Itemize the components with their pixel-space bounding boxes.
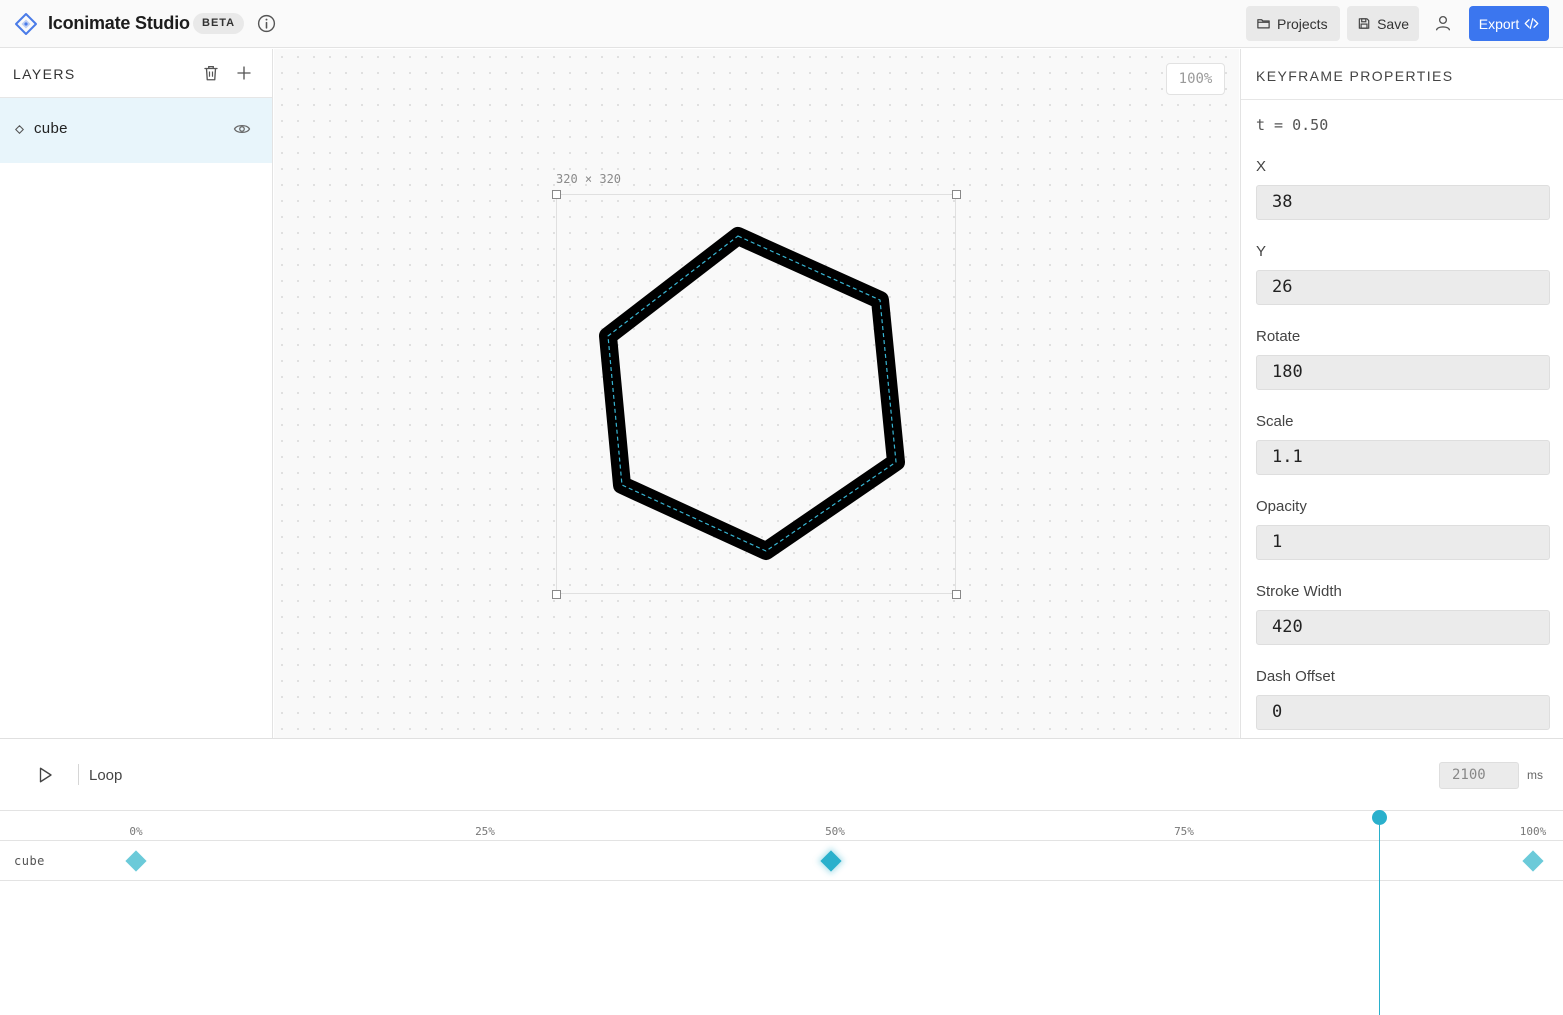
info-icon[interactable] — [256, 13, 277, 34]
keyframe-50[interactable] — [819, 850, 842, 872]
layers-title: LAYERS — [13, 66, 76, 82]
y-label: Y — [1256, 243, 1267, 260]
play-icon[interactable] — [36, 766, 54, 784]
y-input[interactable]: 26 — [1256, 270, 1550, 305]
dash-offset-input[interactable]: 0 — [1256, 695, 1550, 730]
layers-panel: LAYERS cube — [0, 49, 273, 738]
duration-unit: ms — [1527, 768, 1543, 782]
time-value: t = 0.50 — [1256, 116, 1329, 134]
save-label: Save — [1377, 15, 1409, 32]
top-bar: Iconimate Studio BETA Projects Save Expo… — [0, 0, 1563, 48]
playhead-handle[interactable] — [1372, 810, 1387, 825]
ruler-tick-75: 75% — [1174, 825, 1194, 838]
rotate-input[interactable]: 180 — [1256, 355, 1550, 390]
export-button[interactable]: Export — [1469, 6, 1549, 41]
x-label: X — [1256, 158, 1267, 175]
keyframe-100[interactable] — [1522, 850, 1544, 872]
stroke-width-label: Stroke Width — [1256, 583, 1342, 600]
save-button[interactable]: Save — [1347, 6, 1419, 41]
stroke-width-input[interactable]: 420 — [1256, 610, 1550, 645]
scale-label: Scale — [1256, 413, 1294, 430]
track-label: cube — [14, 854, 45, 868]
loop-toggle[interactable]: Loop — [89, 767, 122, 784]
layer-item-cube[interactable]: cube — [0, 98, 272, 163]
ruler-tick-25: 25% — [475, 825, 495, 838]
timeline-ruler[interactable]: 0% 25% 50% 75% 100% — [0, 810, 1563, 841]
layers-header: LAYERS — [0, 49, 272, 98]
opacity-input[interactable]: 1 — [1256, 525, 1550, 560]
save-icon — [1358, 18, 1370, 29]
canvas-area[interactable]: 100% 320 × 320 — [274, 49, 1239, 738]
code-icon — [1524, 17, 1539, 30]
beta-badge: BETA — [193, 13, 245, 34]
zoom-value: 100% — [1178, 71, 1213, 87]
track-row-cube: cube — [0, 841, 1563, 881]
app-title: Iconimate Studio — [48, 13, 190, 33]
projects-label: Projects — [1277, 15, 1328, 32]
user-icon[interactable] — [1434, 14, 1452, 32]
eye-icon[interactable] — [233, 120, 251, 138]
ruler-tick-50: 50% — [825, 825, 845, 838]
logo-diamond-icon — [15, 13, 37, 35]
zoom-indicator[interactable]: 100% — [1166, 63, 1225, 95]
properties-header: KEYFRAME PROPERTIES — [1241, 49, 1563, 100]
layer-name: cube — [34, 120, 68, 137]
add-layer-icon[interactable] — [235, 64, 253, 82]
properties-title: KEYFRAME PROPERTIES — [1256, 68, 1454, 84]
timeline-panel: Loop 2100 ms 0% 25% 50% 75% 100% cube — [0, 738, 1563, 1015]
projects-button[interactable]: Projects — [1246, 6, 1340, 41]
cube-shape[interactable] — [556, 194, 956, 594]
opacity-label: Opacity — [1256, 498, 1307, 515]
layer-diamond-icon — [15, 125, 24, 134]
keyframe-properties-panel: KEYFRAME PROPERTIES t = 0.50 X 38 Y 26 R… — [1240, 49, 1563, 738]
ruler-tick-0: 0% — [129, 825, 143, 838]
rotate-label: Rotate — [1256, 328, 1301, 345]
keyframe-0[interactable] — [125, 850, 147, 872]
export-label: Export — [1478, 15, 1520, 32]
timeline-divider — [78, 764, 79, 785]
artboard-size-label: 320 × 320 — [556, 172, 622, 186]
scale-input[interactable]: 1.1 — [1256, 440, 1550, 475]
duration-input[interactable]: 2100 — [1439, 762, 1519, 789]
folder-icon — [1257, 19, 1270, 29]
playhead-line — [1379, 817, 1380, 1015]
ruler-tick-100: 100% — [1519, 825, 1547, 838]
dash-offset-label: Dash Offset — [1256, 668, 1335, 685]
trash-icon[interactable] — [202, 64, 220, 82]
x-input[interactable]: 38 — [1256, 185, 1550, 220]
